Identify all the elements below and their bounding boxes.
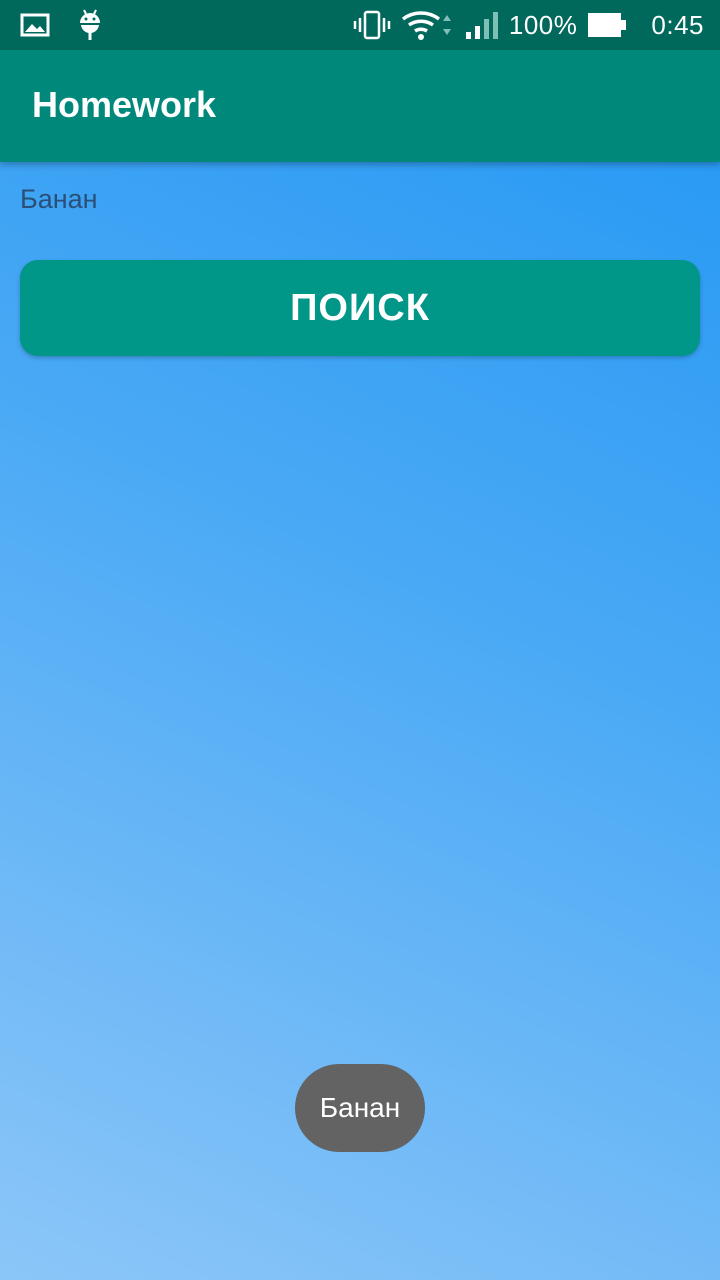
status-bar-left-icons [20, 8, 102, 42]
toast-message: Банан [295, 1064, 425, 1152]
image-icon [20, 13, 50, 37]
app-screen: 100% 0:45 Homework Банан ПОИСК Банан [0, 0, 720, 1280]
battery-percent: 100% [508, 9, 578, 40]
wifi-icon [401, 9, 455, 41]
status-bar: 100% 0:45 [0, 0, 720, 50]
app-title: Homework [32, 84, 217, 125]
signal-icon [465, 10, 499, 40]
vibrate-icon [353, 9, 391, 41]
status-bar-clock: 0:45 [651, 9, 704, 40]
app-bar: Homework [0, 50, 720, 162]
status-bar-right-icons: 100% 0:45 [353, 0, 704, 50]
battery-icon [587, 12, 627, 38]
android-icon [78, 9, 102, 41]
search-button[interactable]: ПОИСК [20, 260, 700, 356]
result-text: Банан [20, 184, 98, 214]
